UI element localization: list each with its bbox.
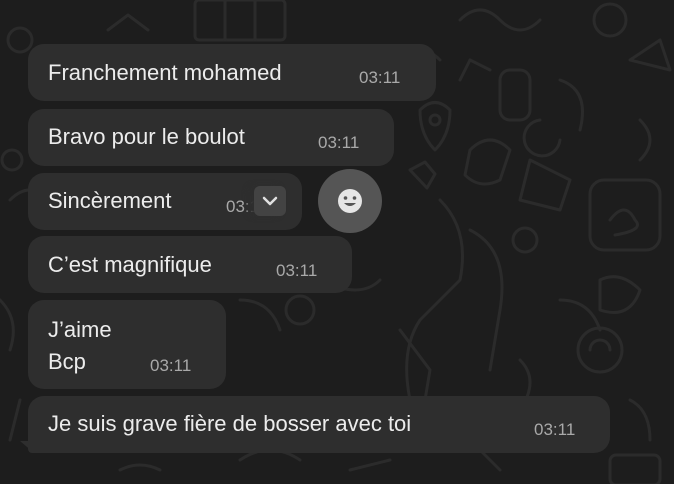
message-time: 03:11 xyxy=(534,420,576,439)
message-menu-button[interactable] xyxy=(254,186,286,216)
message-time: 03:11 xyxy=(150,356,192,375)
reaction-button[interactable] xyxy=(318,169,382,233)
smiley-icon xyxy=(338,189,362,213)
message-text: J’aime Bcp xyxy=(48,317,112,374)
message-bubble[interactable]: Sincèrement 03:11 xyxy=(28,173,302,230)
message-text: Franchement mohamed xyxy=(48,60,282,85)
message-bubble[interactable]: Franchement mohamed 03:11 xyxy=(28,44,436,101)
message-bubble[interactable]: J’aime Bcp 03:11 xyxy=(28,300,226,389)
message-text: Je suis grave fière de bosser avec toi xyxy=(48,411,412,436)
message-text: C’est magnifique xyxy=(48,252,212,277)
message-bubble[interactable]: Bravo pour le boulot 03:11 xyxy=(28,109,394,166)
message-bubble[interactable]: Je suis grave fière de bosser avec toi 0… xyxy=(28,396,610,453)
message-time: 03:11 xyxy=(359,68,401,87)
chevron-down-icon xyxy=(262,196,278,206)
message-text: Sincèrement xyxy=(48,188,172,213)
message-time: 03:11 xyxy=(318,133,360,152)
message-bubble[interactable]: C’est magnifique 03:11 xyxy=(28,236,352,293)
message-time: 03:11 xyxy=(276,261,318,280)
message-text: Bravo pour le boulot xyxy=(48,124,245,149)
